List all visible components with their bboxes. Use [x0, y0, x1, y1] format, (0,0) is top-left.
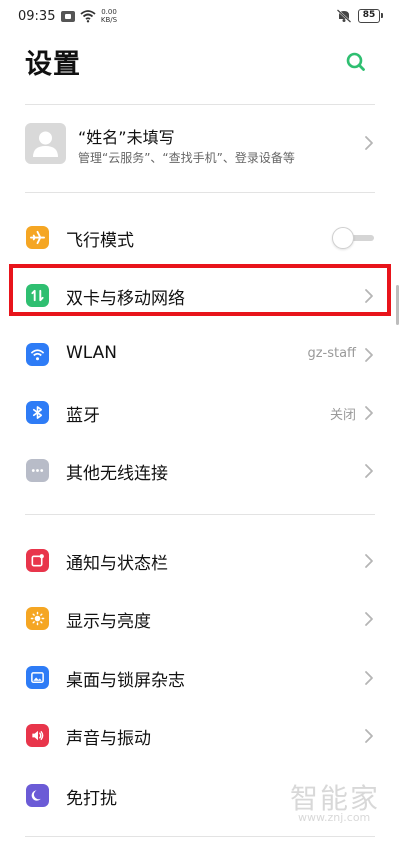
divider [25, 192, 375, 193]
airplane-icon [26, 226, 49, 249]
status-time: 09:35 [18, 9, 56, 24]
chevron-right-icon [365, 612, 373, 626]
row-label: 声音与振动 [66, 729, 151, 749]
divider [25, 514, 375, 515]
moon-icon [26, 784, 49, 807]
divider [25, 836, 375, 837]
settings-row-display[interactable]: 显示与亮度 [0, 593, 400, 643]
watermark: 智能家 www.znj.com [290, 777, 390, 829]
profile-card[interactable]: “姓名”未填写 管理“云服务”、“查找手机”、登录设备等 [0, 115, 400, 175]
chevron-right-icon [365, 671, 373, 685]
chevron-right-icon [365, 464, 373, 478]
row-label: 通知与状态栏 [66, 554, 168, 574]
brightness-icon [26, 607, 49, 630]
profile-subtitle: 管理“云服务”、“查找手机”、登录设备等 [78, 151, 295, 165]
row-label: WLAN [66, 343, 118, 363]
net-speed-unit: KB/S [100, 16, 118, 24]
wifi-icon [26, 343, 49, 366]
dual-sim-icon [26, 284, 49, 307]
wallpaper-icon [26, 666, 49, 689]
wifi-status-icon [80, 10, 96, 23]
row-label: 飞行模式 [66, 231, 134, 251]
more-icon [26, 459, 49, 482]
page-title: 设置 [25, 49, 81, 80]
toggle-knob [332, 227, 354, 249]
scrollbar[interactable] [396, 285, 399, 325]
search-icon[interactable] [344, 50, 368, 74]
battery-icon: 85 [358, 9, 383, 23]
sound-icon [26, 724, 49, 747]
airplane-mode-toggle[interactable] [332, 227, 374, 249]
chevron-right-icon [365, 136, 373, 150]
avatar [25, 123, 66, 164]
row-value: gz-staff [307, 346, 356, 361]
settings-row-bluetooth[interactable]: 蓝牙 关闭 [0, 387, 400, 437]
row-label: 双卡与移动网络 [66, 289, 185, 309]
row-label: 显示与亮度 [66, 612, 151, 632]
watermark-url: www.znj.com [298, 811, 371, 824]
row-label: 蓝牙 [66, 406, 100, 426]
chevron-right-icon [365, 406, 373, 420]
settings-row-other-wireless[interactable]: 其他无线连接 [0, 445, 400, 495]
notification-card-icon [61, 11, 75, 22]
chevron-right-icon [365, 348, 373, 362]
profile-name: “姓名”未填写 [78, 128, 175, 147]
settings-row-dual-sim[interactable]: 双卡与移动网络 [0, 270, 400, 320]
row-value: 关闭 [329, 408, 356, 423]
row-label: 免打扰 [66, 789, 117, 809]
mute-icon [336, 9, 352, 23]
chevron-right-icon [365, 729, 373, 743]
notification-icon [26, 549, 49, 572]
settings-row-wlan[interactable]: WLAN gz-staff [0, 329, 400, 379]
row-label: 其他无线连接 [66, 464, 168, 484]
settings-row-airplane-mode[interactable]: 飞行模式 [0, 212, 400, 262]
net-speed: 0.00 KB/S [99, 8, 119, 24]
row-label: 桌面与锁屏杂志 [66, 671, 185, 691]
chevron-right-icon [365, 289, 373, 303]
settings-row-wallpaper[interactable]: 桌面与锁屏杂志 [0, 652, 400, 702]
settings-row-sound[interactable]: 声音与振动 [0, 710, 400, 760]
bluetooth-icon [26, 401, 49, 424]
status-bar: 09:35 0.00 KB/S 85 [0, 0, 400, 34]
person-icon [33, 131, 58, 157]
settings-row-notifications[interactable]: 通知与状态栏 [0, 535, 400, 585]
net-speed-value: 0.00 [101, 8, 117, 16]
chevron-right-icon [365, 554, 373, 568]
divider [25, 104, 375, 105]
